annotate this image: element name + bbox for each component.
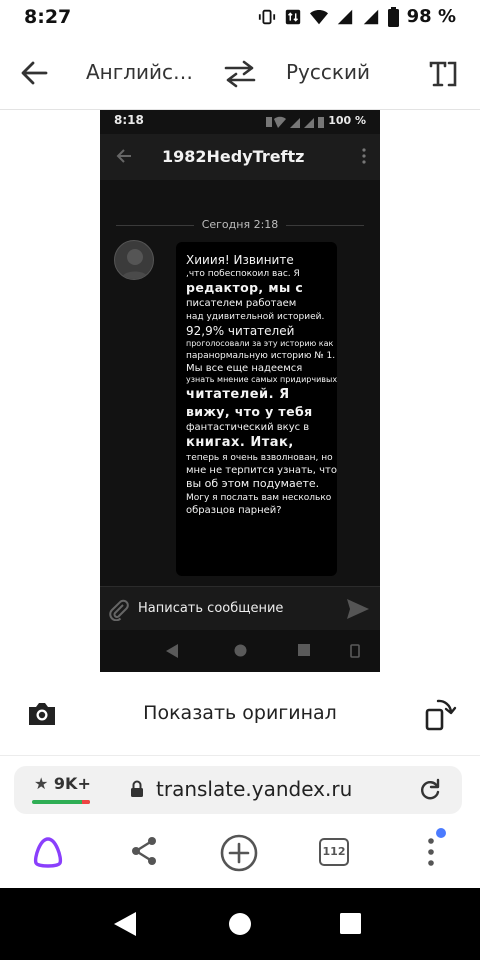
chat-more-icon (362, 148, 366, 164)
rating-bar (32, 800, 90, 804)
show-original-bar: Показать оригинал (0, 672, 480, 756)
message-line: 92,9% читателей (186, 323, 295, 338)
translated-screenshot: 8:18 100 % 1982HedyTreftz Сегодня 2:18 Х… (100, 110, 380, 672)
battery-icon (387, 6, 399, 27)
address-bar[interactable]: ★ 9K+ translate.yandex.ru (14, 766, 462, 814)
message-line: фантастический вкус в (186, 421, 310, 433)
alice-icon[interactable] (30, 834, 66, 870)
nav-back-icon[interactable] (114, 912, 136, 936)
share-icon[interactable] (128, 834, 160, 868)
screenshot-status-icons (266, 116, 324, 128)
avatar (114, 240, 154, 280)
screenshot-status-bar: 8:18 100 % (100, 110, 380, 134)
send-icon (347, 599, 369, 619)
chat-back-icon (116, 149, 131, 163)
browser-toolbar: 112 (0, 822, 480, 888)
message-line: над удивительной историей. (186, 311, 325, 322)
source-language-button[interactable]: Английс… (86, 60, 193, 84)
screenshot-back-icon (166, 644, 178, 658)
status-bar: 8:27 98 % (0, 0, 480, 36)
site-rating[interactable]: ★ 9K+ (34, 774, 91, 793)
message-input-placeholder: Написать сообщение (138, 601, 284, 616)
screenshot-recents-icon (298, 644, 310, 656)
message-line: Хииия! Извините (186, 253, 294, 267)
data-arrows-icon (285, 9, 300, 24)
screenshot-time: 8:18 (114, 113, 144, 127)
screenshot-battery: 100 % (328, 114, 366, 127)
signal-icon (337, 9, 352, 24)
menu-dots-icon[interactable] (424, 836, 438, 868)
battery-percent: 98 % (406, 6, 456, 27)
chat-header: 1982HedyTreftz (100, 134, 380, 180)
chat-title: 1982HedyTreftz (162, 147, 305, 166)
signal-icon-2 (363, 9, 378, 24)
screenshot-home-icon (234, 644, 247, 657)
message-line: теперь я очень взволнован, но (186, 452, 333, 463)
message-input-bar: Написать сообщение (100, 586, 380, 630)
notification-dot (436, 828, 446, 838)
browser-address-area: ★ 9K+ translate.yandex.ru (0, 756, 480, 822)
status-icons: 98 % (258, 6, 456, 27)
screenshot-rotate-icon (350, 644, 360, 658)
screenshot-nav-bar (100, 630, 380, 672)
show-original-button[interactable]: Показать оригинал (0, 702, 480, 724)
message-line: вижу, что у тебя (186, 403, 313, 419)
wifi-icon (309, 9, 328, 24)
message-line: образцов парней? (186, 505, 282, 517)
text-mode-icon[interactable] (428, 60, 458, 88)
url-text[interactable]: translate.yandex.ru (156, 777, 352, 801)
message-line: писателем работаем (186, 298, 297, 310)
message-line: Мы все еще надеемся (186, 362, 303, 374)
status-time: 8:27 (24, 6, 72, 28)
message-line: вы об этом подумаете. (186, 477, 320, 491)
message-line: проголосовали за эту историю как (186, 339, 334, 349)
reload-icon[interactable] (418, 778, 442, 802)
message-line: Могу я послать вам несколько (186, 493, 332, 504)
message-line: узнать мнение самых придирчивых (186, 375, 338, 385)
chat-date: Сегодня 2:18 (201, 218, 279, 231)
nav-recents-icon[interactable] (340, 913, 361, 934)
message-line: мне не терпится узнать, что (186, 464, 337, 476)
rotate-icon[interactable] (422, 696, 458, 732)
nav-home-icon[interactable] (229, 913, 251, 935)
rating-value: 9K+ (53, 774, 91, 793)
attach-icon (109, 599, 129, 621)
target-language-button[interactable]: Русский (286, 60, 370, 84)
plus-circle-icon[interactable] (219, 834, 259, 874)
tabs-button[interactable]: 112 (319, 838, 349, 866)
translate-header: Английс… Русский (0, 36, 480, 110)
lock-icon (131, 780, 143, 797)
message-line: паранормальную историю № 1. (186, 350, 336, 361)
message-line: ,что побеспокоил вас. Я (186, 269, 300, 280)
message-bubble: Хииия! Извините ,что побеспокоил вас. Я … (176, 242, 337, 576)
vibrate-icon (258, 9, 275, 24)
swap-icon[interactable] (222, 60, 258, 88)
star-icon: ★ (34, 774, 49, 793)
message-line: книгах. Итак, (186, 435, 294, 451)
message-line: редактор, мы с (186, 280, 304, 296)
message-line: читателей. Я (186, 387, 290, 403)
system-nav-bar (0, 888, 480, 960)
back-arrow-icon[interactable] (20, 60, 48, 86)
